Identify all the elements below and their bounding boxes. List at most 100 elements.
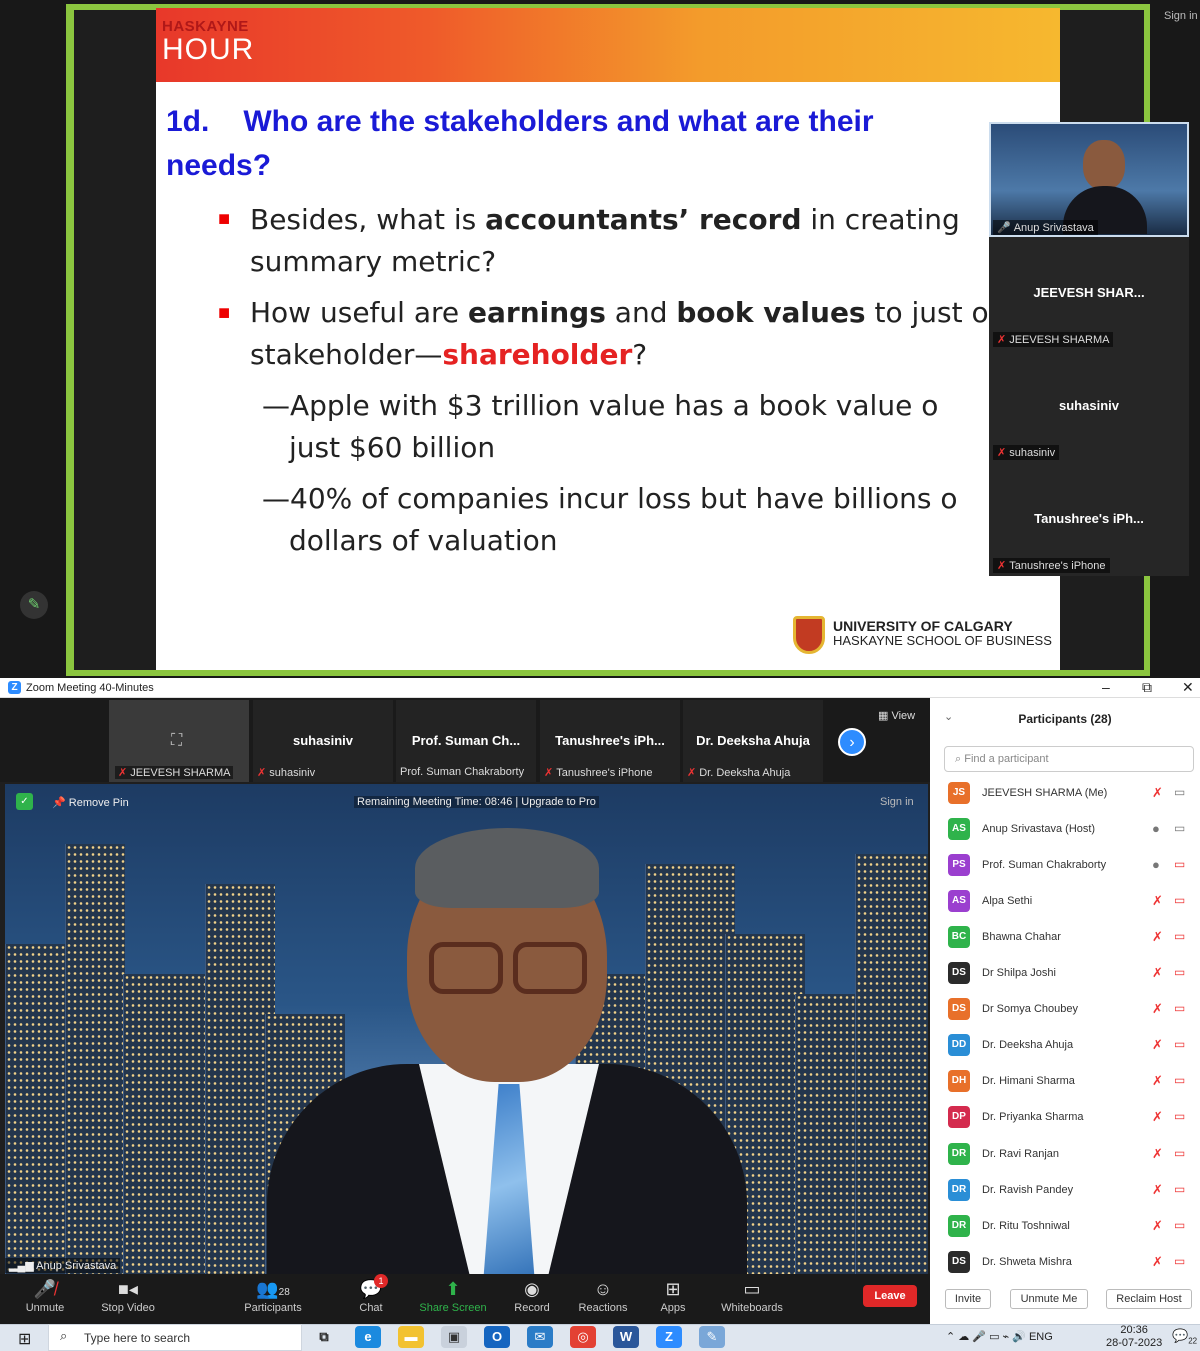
- annotate-pen-icon[interactable]: ✎: [20, 591, 48, 619]
- thumbnail-label: ✗ Dr. Deeksha Ahuja: [687, 767, 791, 779]
- speaker-glasses: [513, 942, 587, 994]
- muted-mic-icon: ✗: [997, 447, 1007, 459]
- school-name: HASKAYNE SCHOOL OF BUSINESS: [833, 633, 1052, 648]
- thumbnail-deeksha[interactable]: Dr. Deeksha Ahuja ✗ Dr. Deeksha Ahuja: [683, 700, 823, 782]
- main-speaker-video[interactable]: [5, 784, 928, 1274]
- participant-row[interactable]: DS Dr Shilpa Joshi ✗ ▭: [930, 956, 1200, 992]
- participant-row[interactable]: PS Prof. Suman Chakraborty ● ▭: [930, 848, 1200, 884]
- participant-row[interactable]: DS Dr Somya Choubey ✗ ▭: [930, 992, 1200, 1028]
- muted-mic-icon: ✗: [1152, 785, 1163, 800]
- outlook-icon[interactable]: O: [484, 1326, 510, 1348]
- remaining-time-banner[interactable]: Remaining Meeting Time: 08:46 | Upgrade …: [354, 796, 599, 808]
- bullet-icon: ■: [218, 302, 231, 324]
- participant-row[interactable]: DR Dr. Ravish Pandey ✗ ▭: [930, 1173, 1200, 1209]
- participant-row[interactable]: DR Dr. Ravi Ranjan ✗ ▭: [930, 1137, 1200, 1173]
- system-tray[interactable]: ⌃ ☁ 🎤 ▭ ⌁ 🔊 ENG: [946, 1330, 1053, 1343]
- restore-button[interactable]: ⧉: [1142, 679, 1152, 696]
- avatar: PS: [948, 854, 970, 876]
- avatar: DH: [948, 1070, 970, 1092]
- taskbar-search-placeholder: Type here to search: [84, 1331, 191, 1345]
- thumbnail-tanushree[interactable]: Tanushree's iPh... ✗ Tanushree's iPhone: [540, 700, 680, 782]
- avatar: DS: [948, 998, 970, 1020]
- search-icon: ⌕: [955, 753, 965, 765]
- participant-row[interactable]: DR Dr. Ritu Toshniwal ✗ ▭: [930, 1209, 1200, 1245]
- remove-pin-button[interactable]: 📌 Remove Pin: [52, 796, 129, 809]
- thumbnail-label: ✗ suhasiniv: [257, 767, 316, 779]
- taskbar-clock[interactable]: 20:36 28-07-2023: [1106, 1324, 1162, 1350]
- avatar: DR: [948, 1215, 970, 1237]
- thumbnail-suhasiniv[interactable]: suhasiniv ✗ suhasiniv: [253, 700, 393, 782]
- notification-icon[interactable]: 💬22: [1172, 1328, 1197, 1346]
- next-page-chevron-icon[interactable]: ›: [838, 728, 866, 756]
- avatar: DR: [948, 1143, 970, 1165]
- stop-video-button[interactable]: ■◂ Stop Video: [83, 1276, 173, 1314]
- thumbnail-jeevesh[interactable]: ⛶ ✗ JEEVESH SHARMA: [109, 700, 249, 782]
- camera-off-icon: ▭: [1174, 1146, 1186, 1160]
- participant-row[interactable]: JS JEEVESH SHARMA (Me) ✗ ▭: [930, 776, 1200, 812]
- thumbnail-label: ✗ Tanushree's iPhone: [544, 767, 653, 779]
- participants-title: Participants (28): [1018, 712, 1112, 726]
- participant-row[interactable]: DP Dr. Priyanka Sharma ✗ ▭: [930, 1100, 1200, 1136]
- participant-row[interactable]: BC Bhawna Chahar ✗ ▭: [930, 920, 1200, 956]
- video-tile-jeevesh[interactable]: JEEVESH SHAR... ✗ JEEVESH SHARMA: [989, 237, 1189, 350]
- security-shield-icon[interactable]: ✓: [16, 793, 33, 810]
- apps-icon: ⊞: [665, 1279, 681, 1299]
- speaker-hair: [415, 828, 599, 908]
- store-icon[interactable]: ▣: [441, 1326, 467, 1348]
- windows-start-icon[interactable]: ⊞: [18, 1329, 31, 1349]
- bullet-2-line2: stakeholder—shareholder?: [250, 338, 648, 371]
- muted-mic-icon: ✗: [1152, 1218, 1163, 1233]
- participant-row[interactable]: DS Dr. Shweta Mishra ✗ ▭: [930, 1245, 1200, 1281]
- notepad-icon[interactable]: ✎: [699, 1326, 725, 1348]
- muted-mic-icon: 🎤̸: [33, 1279, 57, 1299]
- share-screen-button[interactable]: ⬆ Share Screen: [408, 1276, 498, 1314]
- apps-button[interactable]: ⊞ Apps: [628, 1276, 718, 1314]
- camera-off-icon: ▭: [1174, 1254, 1186, 1268]
- leave-button[interactable]: Leave: [863, 1285, 917, 1307]
- participant-row[interactable]: AS Anup Srivastava (Host) ● ▭: [930, 812, 1200, 848]
- slide-title-number: 1d.: [166, 105, 210, 138]
- zoom-taskbar-icon[interactable]: Z: [656, 1326, 682, 1348]
- sign-in-link[interactable]: Sign in: [880, 796, 914, 808]
- unmute-button[interactable]: 🎤̸ Unmute: [0, 1276, 90, 1314]
- close-button[interactable]: ✕: [1182, 679, 1194, 696]
- chat-button[interactable]: 💬 1 Chat: [326, 1274, 416, 1314]
- camera-off-icon: ▭: [1174, 1109, 1186, 1123]
- thumbnail-name: Prof. Suman Ch...: [411, 733, 521, 748]
- unmute-me-button[interactable]: Unmute Me: [1010, 1289, 1088, 1309]
- avatar: DS: [948, 962, 970, 984]
- muted-mic-icon: ✗: [997, 334, 1007, 346]
- participants-icon: 👥28: [256, 1279, 290, 1299]
- video-tile-label: ✗ suhasiniv: [993, 445, 1060, 460]
- avatar: DR: [948, 1179, 970, 1201]
- muted-mic-icon: ✗: [1152, 1182, 1163, 1197]
- file-explorer-icon[interactable]: ▬: [398, 1326, 424, 1348]
- share-screen-icon: ⬆: [445, 1279, 461, 1299]
- minimize-button[interactable]: –: [1102, 679, 1110, 695]
- edge-browser-icon[interactable]: e: [355, 1326, 381, 1348]
- participant-row[interactable]: DD Dr. Deeksha Ahuja ✗ ▭: [930, 1028, 1200, 1064]
- university-name: UNIVERSITY OF CALGARY: [833, 618, 1013, 634]
- participant-search-input[interactable]: ⌕ Find a participant: [944, 746, 1194, 772]
- muted-mic-icon: ✗: [1152, 893, 1163, 908]
- sign-in-link[interactable]: Sign in: [1164, 10, 1198, 22]
- participant-row[interactable]: DH Dr. Himani Sharma ✗ ▭: [930, 1064, 1200, 1100]
- view-button[interactable]: ▦ View: [878, 709, 915, 722]
- video-tile-suhasiniv[interactable]: suhasiniv ✗ suhasiniv: [989, 350, 1189, 463]
- invite-button[interactable]: Invite: [945, 1289, 991, 1309]
- video-tile-active-speaker[interactable]: 🎤 Anup Srivastava: [989, 122, 1189, 237]
- participant-row[interactable]: AS Alpa Sethi ✗ ▭: [930, 884, 1200, 920]
- thumbnail-suman[interactable]: Prof. Suman Ch... Prof. Suman Chakrabort…: [396, 700, 536, 782]
- sub-bullet-2: —40% of companies incur loss but have bi…: [262, 482, 958, 515]
- muted-mic-icon: ✗: [1152, 1146, 1163, 1161]
- video-tile-tanushree[interactable]: Tanushree's iPh... ✗ Tanushree's iPhone: [989, 463, 1189, 576]
- mail-icon[interactable]: ✉: [527, 1326, 553, 1348]
- chrome-icon[interactable]: ◎: [570, 1326, 596, 1348]
- bullet-2: How useful are earnings and book values …: [250, 296, 990, 329]
- muted-mic-icon: ✗: [997, 560, 1007, 572]
- word-icon[interactable]: W: [613, 1326, 639, 1348]
- whiteboards-button[interactable]: ▭ Whiteboards: [707, 1276, 797, 1314]
- task-view-icon[interactable]: ⧉: [311, 1326, 337, 1348]
- reclaim-host-button[interactable]: Reclaim Host: [1106, 1289, 1192, 1309]
- participants-button[interactable]: 👥28 Participants: [228, 1276, 318, 1314]
